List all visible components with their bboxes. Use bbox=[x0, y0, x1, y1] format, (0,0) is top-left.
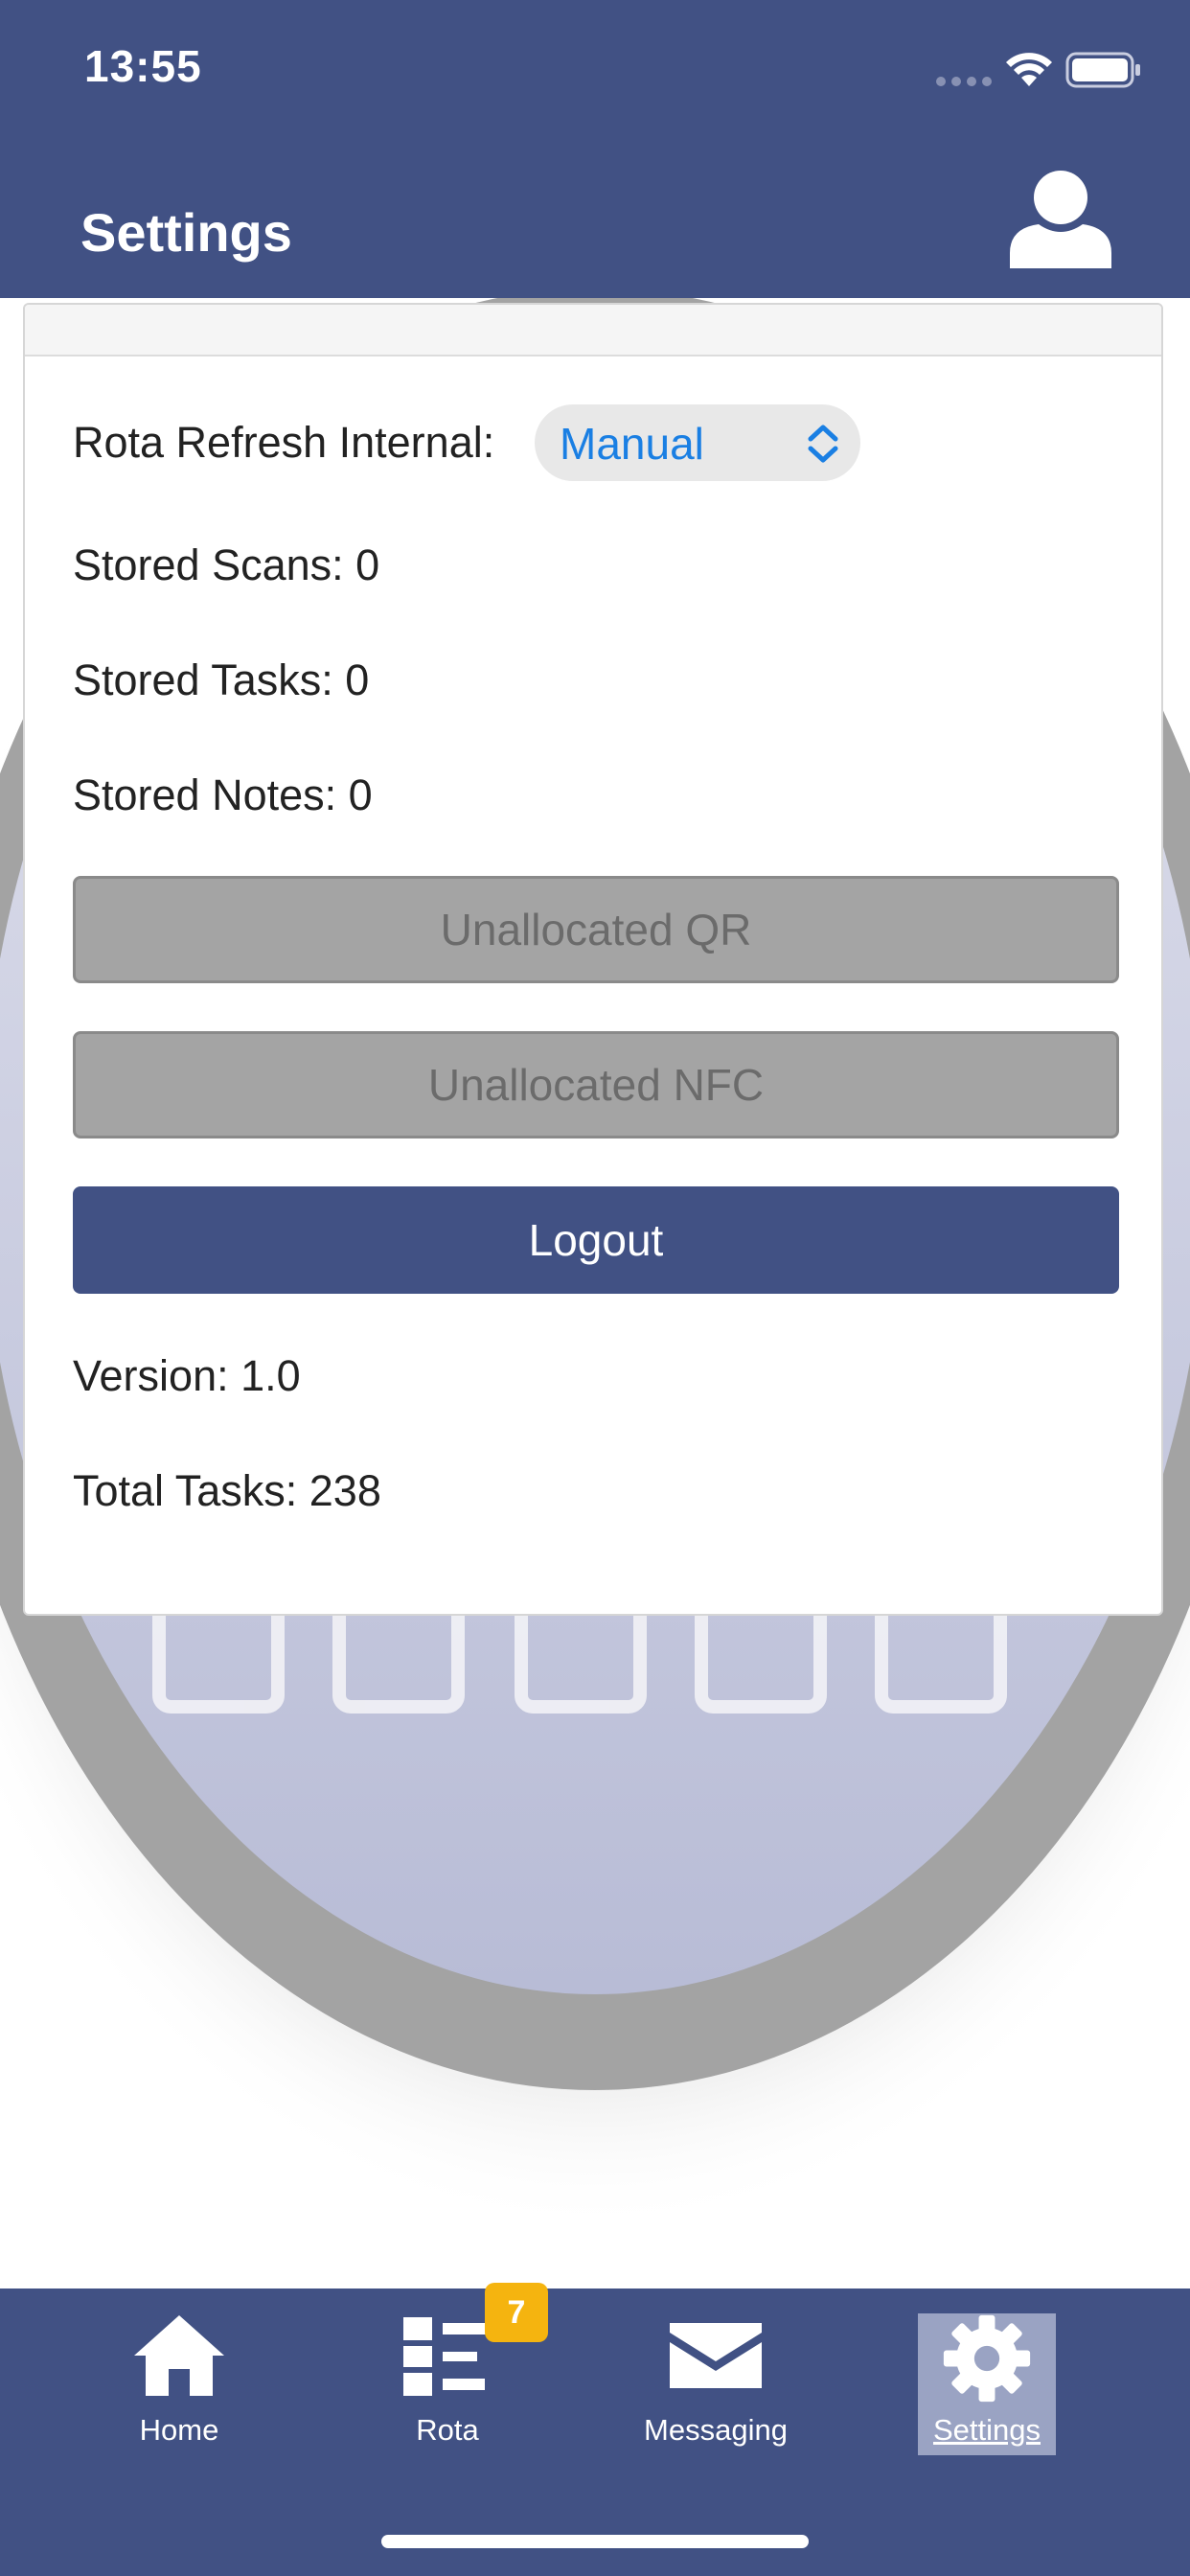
refresh-interval-label: Rota Refresh Internal: bbox=[73, 418, 495, 467]
tab-messaging[interactable]: Messaging bbox=[644, 2313, 788, 2453]
tab-bar: Home Rota Messaging Settings bbox=[0, 2288, 1190, 2576]
unallocated-nfc-button[interactable]: Unallocated NFC bbox=[73, 1031, 1119, 1138]
app-header: 13:55 Settings bbox=[0, 0, 1190, 298]
person-icon[interactable] bbox=[1010, 169, 1111, 268]
wifi-icon bbox=[1006, 53, 1052, 86]
card-header bbox=[25, 305, 1161, 356]
status-time: 13:55 bbox=[84, 41, 202, 91]
battery-icon bbox=[1065, 52, 1140, 88]
home-indicator[interactable] bbox=[381, 2535, 809, 2548]
stored-notes: Stored Notes: 0 bbox=[73, 770, 373, 819]
rota-badge: 7 bbox=[485, 2283, 548, 2342]
cellular-signal-icon bbox=[936, 77, 992, 86]
stored-tasks: Stored Tasks: 0 bbox=[73, 656, 370, 704]
tab-settings-label: Settings bbox=[932, 2413, 1041, 2447]
version-text: Version: 1.0 bbox=[73, 1351, 301, 1400]
unallocated-qr-button[interactable]: Unallocated QR bbox=[73, 876, 1119, 983]
envelope-icon bbox=[670, 2323, 762, 2388]
list-icon bbox=[403, 2317, 491, 2396]
stored-scans: Stored Scans: 0 bbox=[73, 540, 380, 589]
gear-icon bbox=[943, 2314, 1031, 2403]
chevron-up-down-icon bbox=[808, 425, 838, 463]
home-icon bbox=[134, 2315, 224, 2396]
tab-messaging-label: Messaging bbox=[644, 2413, 788, 2447]
tab-rota-label: Rota bbox=[416, 2413, 479, 2447]
refresh-interval-select[interactable]: Manual bbox=[535, 404, 860, 481]
settings-card: Rota Refresh Internal: Manual Stored Sca… bbox=[23, 303, 1163, 1616]
tab-settings[interactable]: Settings bbox=[915, 2313, 1059, 2453]
total-tasks-text: Total Tasks: 238 bbox=[73, 1466, 381, 1515]
refresh-interval-value: Manual bbox=[560, 419, 704, 469]
tab-home-label: Home bbox=[139, 2413, 219, 2447]
page-title: Settings bbox=[80, 202, 292, 263]
tab-home[interactable]: Home bbox=[107, 2313, 251, 2453]
logout-button[interactable]: Logout bbox=[73, 1186, 1119, 1294]
